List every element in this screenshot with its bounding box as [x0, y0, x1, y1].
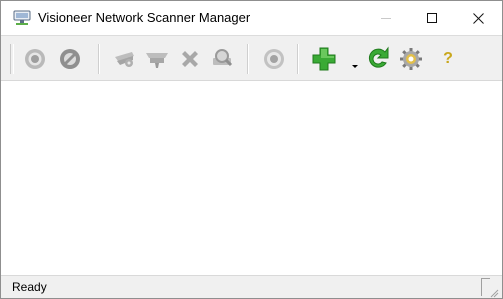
add-scanner-dropdown-arrow[interactable]: [352, 65, 358, 68]
magnifier-icon: [213, 49, 233, 67]
scanner-network-icon: [13, 10, 31, 26]
scan-button-config-button[interactable]: [142, 44, 172, 74]
x-delete-icon: [182, 51, 198, 67]
toolbar-separator: [98, 44, 100, 74]
green-refresh-icon: [368, 46, 389, 68]
toolbar-separator: [247, 44, 249, 74]
maximize-button[interactable]: [409, 1, 455, 35]
disc-icon: [25, 49, 45, 69]
add-scanner-button[interactable]: [309, 44, 339, 74]
scan-settings-button[interactable]: [110, 44, 140, 74]
maximize-icon: [427, 13, 437, 23]
resize-grip-icon[interactable]: [489, 285, 499, 298]
close-icon: [472, 12, 484, 24]
scanner-tool-icon: [115, 52, 134, 67]
settings-disc-icon: [264, 49, 284, 69]
title-bar[interactable]: Visioneer Network Scanner Manager: [1, 1, 502, 35]
disconnect-button[interactable]: [55, 44, 85, 74]
toolbar-separator: [297, 44, 299, 74]
help-button[interactable]: ?: [433, 44, 463, 74]
gear-icon: [400, 48, 422, 70]
minimize-button[interactable]: [363, 1, 409, 35]
status-bar: Ready: [1, 275, 502, 298]
toolbar-grip[interactable]: [10, 44, 14, 74]
minimize-icon: [381, 17, 391, 19]
window-title: Visioneer Network Scanner Manager: [38, 10, 251, 25]
connect-button[interactable]: [20, 44, 50, 74]
preferences-button[interactable]: [396, 44, 426, 74]
scanner-list-area[interactable]: [1, 81, 502, 277]
find-scanner-button[interactable]: [208, 44, 238, 74]
toolbar: ?: [1, 35, 502, 81]
help-icon: ?: [443, 50, 453, 67]
green-plus-icon: [312, 47, 336, 71]
refresh-button[interactable]: [363, 44, 393, 74]
no-entry-icon: [60, 49, 80, 69]
scanner-tray-icon: [146, 53, 168, 68]
status-text: Ready: [12, 280, 47, 294]
close-button[interactable]: [455, 1, 501, 35]
app-window: Visioneer Network Scanner Manager ? Read…: [0, 0, 503, 299]
delete-button[interactable]: [175, 44, 205, 74]
properties-button[interactable]: [259, 44, 289, 74]
